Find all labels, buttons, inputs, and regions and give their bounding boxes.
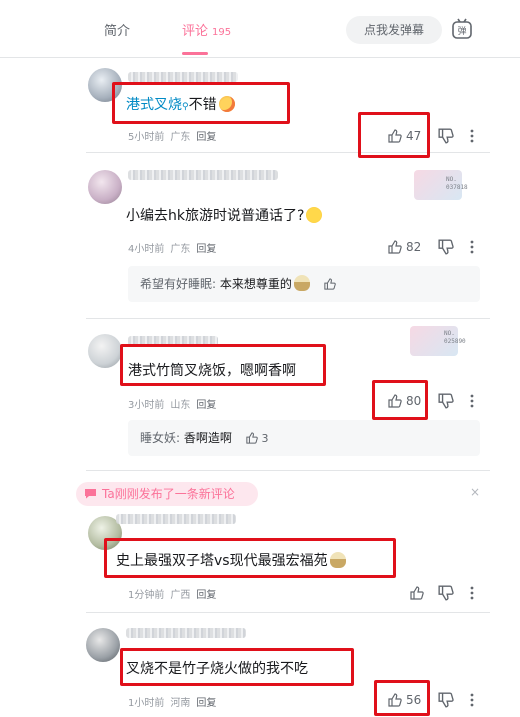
reply-button[interactable]: 回复: [196, 590, 216, 601]
annotation-box: [112, 82, 290, 124]
comment-divider: [86, 470, 490, 471]
close-icon[interactable]: ×: [470, 485, 480, 499]
comment-time: 1小时前: [128, 698, 165, 709]
like-button[interactable]: [410, 584, 428, 602]
comment-divider: [86, 612, 490, 613]
comment-divider: [86, 318, 490, 319]
comment-meta: 3小时前 山东 回复: [128, 396, 222, 411]
comment-location: 河南: [170, 698, 191, 709]
annotation-box: [120, 648, 354, 686]
thumbs-down-icon[interactable]: [438, 692, 454, 708]
thumbs-up-icon[interactable]: [246, 432, 258, 444]
like-count: 82: [406, 240, 422, 254]
thumbs-down-icon[interactable]: [438, 128, 454, 144]
sub-reply-like-count: 3: [261, 432, 269, 445]
more-options-icon[interactable]: [470, 240, 474, 254]
comment-location: 广东: [170, 244, 191, 255]
username-blurred[interactable]: [128, 72, 238, 82]
comment-time: 5小时前: [128, 132, 165, 143]
svg-text:弹: 弹: [457, 25, 466, 37]
tab-comments[interactable]: 评论 195: [182, 20, 231, 39]
username-blurred[interactable]: [116, 514, 236, 524]
sub-reply[interactable]: 希望有好睡眠: 本来想尊重的: [128, 266, 480, 302]
reply-button[interactable]: 回复: [196, 244, 216, 255]
more-options-icon[interactable]: [470, 129, 474, 143]
annotation-box: [372, 380, 428, 420]
danmaku-input[interactable]: 点我发弹幕: [346, 16, 442, 44]
sub-reply[interactable]: 睡女妖: 香啊造啊 3: [128, 420, 480, 456]
danmaku-toggle-icon[interactable]: 弹: [452, 18, 472, 40]
more-options-icon[interactable]: [470, 586, 474, 600]
notice-text: Ta刚刚发布了一条新评论: [102, 487, 235, 501]
sub-reply-user[interactable]: 希望有好睡眠:: [140, 277, 216, 291]
like-button[interactable]: 82: [388, 238, 421, 256]
comment-location: 广西: [170, 590, 191, 601]
thumbs-down-icon[interactable]: [438, 239, 454, 255]
avatar[interactable]: [86, 628, 120, 662]
annotation-box: [358, 112, 430, 158]
fan-badge-number: NO. 025890: [444, 330, 466, 345]
comment-location: 山东: [170, 400, 191, 411]
new-comment-notice[interactable]: Ta刚刚发布了一条新评论: [76, 482, 258, 506]
comment-time: 1分钟前: [128, 590, 165, 601]
thumbs-up-icon[interactable]: [324, 278, 336, 290]
sub-reply-text: 本来想尊重的: [219, 277, 292, 291]
thumbs-up-icon: [410, 586, 424, 600]
comment-location: 广东: [170, 132, 191, 143]
bowl-emoji-icon: [293, 275, 310, 291]
username-blurred[interactable]: [126, 628, 246, 638]
thumbs-down-icon[interactable]: [438, 585, 454, 601]
comment-meta: 1分钟前 广西 回复: [128, 586, 222, 601]
comment-count-badge: 195: [212, 27, 232, 38]
reply-button[interactable]: 回复: [196, 132, 216, 143]
comment-time: 3小时前: [128, 400, 165, 411]
comment-tabs-bar: 简介 评论 195 点我发弹幕 弹: [0, 0, 520, 58]
more-options-icon[interactable]: [470, 394, 474, 408]
more-options-icon[interactable]: [470, 693, 474, 707]
sub-reply-text: 香啊造啊: [183, 431, 232, 445]
comment-meta: 4小时前 广东 回复: [128, 240, 222, 255]
comment-text: 小编去hk旅游时说普通话了?: [126, 205, 323, 225]
smile-emoji-icon: [306, 207, 323, 223]
annotation-box: [120, 344, 326, 386]
tab-intro[interactable]: 简介: [104, 20, 130, 39]
reply-button[interactable]: 回复: [196, 400, 216, 411]
thumbs-up-icon: [388, 240, 402, 254]
annotation-box: [104, 538, 396, 578]
tab-comments-label: 评论: [182, 24, 209, 39]
avatar[interactable]: [88, 170, 122, 204]
sub-reply-user[interactable]: 睡女妖:: [140, 431, 180, 445]
comment-text-body: 小编去hk旅游时说普通话了?: [126, 208, 305, 224]
chat-bubble-icon: [85, 489, 96, 499]
comment-meta: 5小时前 广东 回复: [128, 128, 222, 143]
comment-meta: 1小时前 河南 回复: [128, 694, 222, 709]
avatar[interactable]: [88, 334, 122, 368]
username-blurred[interactable]: [128, 170, 278, 180]
comment-time: 4小时前: [128, 244, 165, 255]
reply-button[interactable]: 回复: [196, 698, 216, 709]
fan-badge-number: NO. 037818: [446, 176, 468, 191]
annotation-box: [374, 680, 430, 716]
thumbs-down-icon[interactable]: [438, 393, 454, 409]
active-tab-indicator: [182, 52, 208, 55]
